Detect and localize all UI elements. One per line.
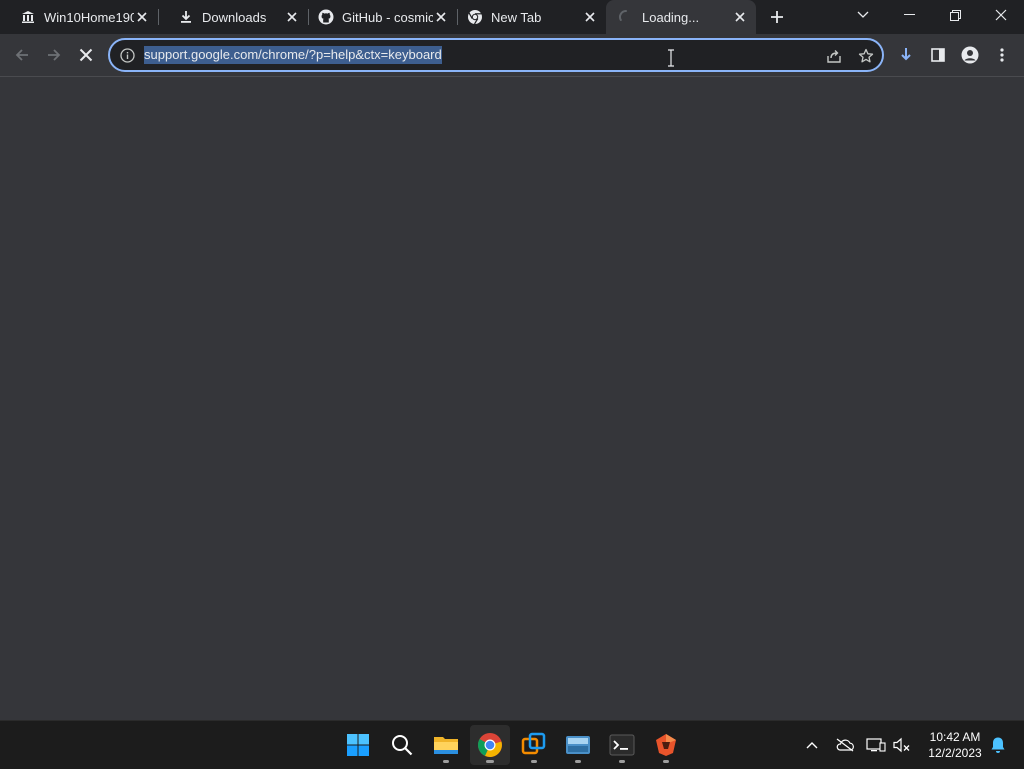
start-button[interactable] <box>338 725 378 765</box>
chrome-icon <box>477 733 502 757</box>
taskbar: 10:42 AM 12/2/2023 <box>0 720 1024 769</box>
clock-date: 12/2/2023 <box>928 746 982 760</box>
virtual-keyboard-taskbar-button[interactable] <box>558 725 598 765</box>
running-indicator <box>575 760 581 763</box>
chrome-taskbar-button[interactable] <box>470 725 510 765</box>
vmware-icon <box>521 732 546 755</box>
close-icon <box>79 48 93 62</box>
bookmark-button[interactable] <box>856 46 876 66</box>
network-icon <box>866 738 886 752</box>
tab-win10home[interactable]: Win10Home190 <box>0 0 158 34</box>
network-tray-icon[interactable] <box>864 733 888 757</box>
tab-title: Downloads <box>202 9 267 25</box>
onedrive-tray-icon[interactable] <box>833 733 857 757</box>
terminal-icon <box>609 734 635 756</box>
chrome-icon <box>467 9 483 25</box>
info-icon[interactable] <box>118 46 136 64</box>
kebab-menu-icon <box>1000 48 1004 62</box>
search-icon <box>392 735 413 756</box>
minimize-icon <box>903 14 915 15</box>
search-button[interactable] <box>382 725 422 765</box>
vmware-taskbar-button[interactable] <box>514 725 554 765</box>
plus-icon <box>771 11 783 23</box>
arrow-left-icon <box>15 49 28 61</box>
close-icon[interactable] <box>582 9 598 25</box>
star-icon <box>858 48 874 63</box>
volume-tray-icon[interactable] <box>890 733 914 757</box>
close-icon[interactable] <box>433 9 449 25</box>
arrow-right-icon <box>48 49 61 61</box>
tab-github[interactable]: GitHub - cosmic <box>308 0 457 34</box>
keyboard-window-icon <box>566 736 590 754</box>
show-hidden-icons-button[interactable] <box>800 733 824 757</box>
tab-search-button[interactable] <box>840 0 886 30</box>
restore-icon <box>949 9 961 21</box>
terminal-taskbar-button[interactable] <box>602 725 642 765</box>
menu-button[interactable] <box>988 41 1016 69</box>
app-taskbar-button[interactable] <box>646 725 686 765</box>
tab-title: GitHub - cosmic <box>342 9 433 25</box>
close-window-button[interactable] <box>978 0 1024 30</box>
file-explorer-button[interactable] <box>426 725 466 765</box>
minimize-button[interactable] <box>886 0 932 30</box>
close-icon[interactable] <box>134 9 150 25</box>
downloads-button[interactable] <box>892 41 920 69</box>
forward-button[interactable] <box>40 41 68 69</box>
taskbar-clock[interactable]: 10:42 AM 12/2/2023 <box>920 729 990 761</box>
avatar-icon <box>961 46 979 64</box>
tab-title: Loading... <box>642 9 700 25</box>
bank-icon <box>20 9 36 25</box>
running-indicator <box>486 760 494 763</box>
page-content <box>0 77 1024 720</box>
stop-loading-button[interactable] <box>72 41 100 69</box>
profile-button[interactable] <box>956 41 984 69</box>
close-icon[interactable] <box>284 9 300 25</box>
running-indicator <box>663 760 669 763</box>
close-icon[interactable] <box>732 9 748 25</box>
tab-title: New Tab <box>491 9 542 25</box>
side-panel-button[interactable] <box>924 41 952 69</box>
app-logo-icon <box>656 734 676 756</box>
share-button[interactable] <box>824 46 844 66</box>
download-icon <box>901 48 911 61</box>
back-button[interactable] <box>8 41 36 69</box>
clock-time: 10:42 AM <box>929 730 981 744</box>
running-indicator <box>443 760 449 763</box>
address-bar[interactable]: support.google.com/chrome/?p=help&ctx=ke… <box>108 38 884 72</box>
tab-new-tab[interactable]: New Tab <box>457 0 606 34</box>
cloud-off-icon <box>836 738 854 752</box>
windows-icon <box>347 734 369 756</box>
new-tab-button[interactable] <box>765 5 789 29</box>
bell-icon <box>991 737 1005 753</box>
spinner-icon <box>618 9 634 25</box>
text-cursor-icon <box>667 49 675 67</box>
browser-toolbar: support.google.com/chrome/?p=help&ctx=ke… <box>0 34 1024 77</box>
chevron-down-icon <box>857 11 869 18</box>
tab-loading[interactable]: Loading... <box>606 0 756 34</box>
close-icon <box>995 9 1007 21</box>
tab-downloads[interactable]: Downloads <box>158 0 308 34</box>
share-icon <box>827 50 841 63</box>
speaker-muted-icon <box>893 737 910 753</box>
download-icon <box>178 9 194 25</box>
restore-button[interactable] <box>932 0 978 30</box>
github-icon <box>318 9 334 25</box>
url-text[interactable]: support.google.com/chrome/?p=help&ctx=ke… <box>144 46 442 64</box>
notifications-button[interactable] <box>986 733 1010 757</box>
running-indicator <box>531 760 537 763</box>
folder-icon <box>434 737 458 754</box>
tab-title: Win10Home190 <box>44 9 134 25</box>
tab-strip: Win10Home190 Downloads GitHub - cosmic N… <box>0 0 1024 34</box>
side-panel-icon <box>931 48 945 62</box>
running-indicator <box>619 760 625 763</box>
chevron-up-icon <box>806 742 818 749</box>
